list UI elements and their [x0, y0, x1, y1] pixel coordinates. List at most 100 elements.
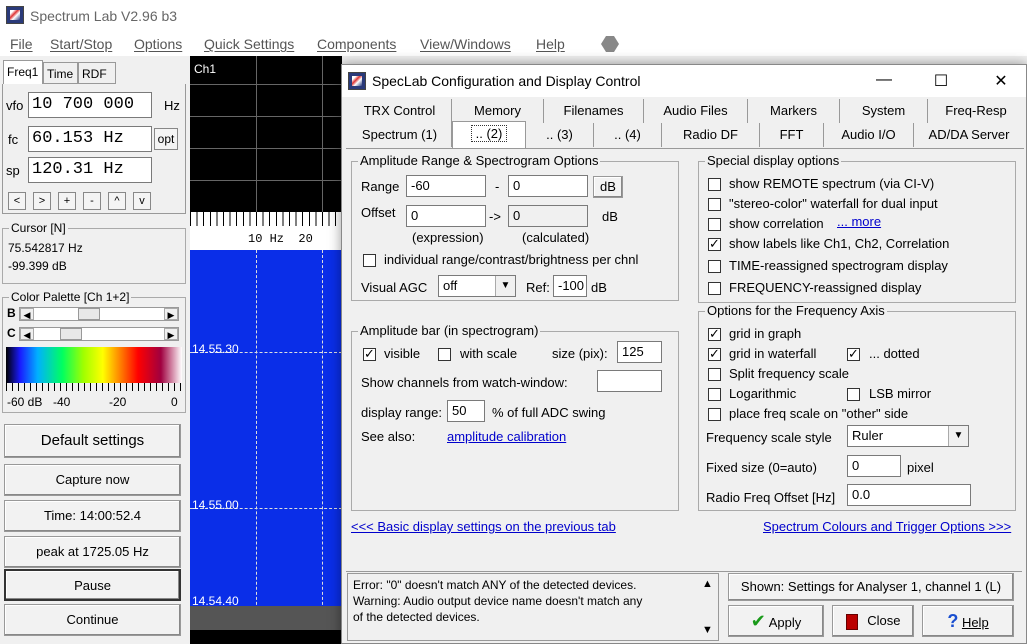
- pause-button[interactable]: Pause: [4, 569, 181, 601]
- contrast-slider[interactable]: ◀ ▶: [19, 327, 179, 341]
- maximize-icon[interactable]: ☐: [926, 71, 956, 91]
- individual-range-checkbox[interactable]: [363, 254, 376, 267]
- tab-system[interactable]: System: [840, 99, 928, 123]
- scroll-down-icon[interactable]: ▼: [702, 624, 713, 636]
- stereo-color-checkbox[interactable]: [708, 198, 721, 211]
- continue-button[interactable]: Continue: [4, 604, 181, 636]
- step-right-button[interactable]: >: [33, 192, 51, 210]
- vfo-field[interactable]: 10 700 000: [28, 92, 152, 118]
- offset-expression-input[interactable]: 0: [406, 205, 486, 227]
- tab-audio-files[interactable]: Audio Files: [644, 99, 748, 123]
- scale-style-dropdown-icon[interactable]: ▼: [948, 426, 968, 446]
- previous-tab-link[interactable]: <<< Basic display settings on the previo…: [351, 519, 616, 534]
- contrast-thumb[interactable]: [60, 328, 82, 340]
- scroll-up-icon[interactable]: ▲: [702, 578, 713, 590]
- step-left-button[interactable]: <: [8, 192, 26, 210]
- tab-spectrum-4[interactable]: .. (4): [594, 123, 662, 147]
- menu-file[interactable]: File: [10, 36, 33, 52]
- other-side-checkbox[interactable]: [708, 408, 721, 421]
- contrast-left-arrow-icon[interactable]: ◀: [20, 328, 34, 340]
- tab-memory[interactable]: Memory: [452, 99, 544, 123]
- step-plus-button[interactable]: +: [58, 192, 76, 210]
- peak-display-button[interactable]: peak at 1725.05 Hz: [4, 536, 181, 568]
- minimize-icon[interactable]: —: [869, 71, 899, 89]
- range-min-input[interactable]: -60: [406, 175, 486, 197]
- menu-start-stop[interactable]: Start/Stop: [50, 36, 112, 52]
- amplitude-calibration-link[interactable]: amplitude calibration: [447, 429, 566, 444]
- step-up-button[interactable]: ^: [108, 192, 126, 210]
- rf-offset-input[interactable]: 0.0: [847, 484, 971, 506]
- visible-checkbox[interactable]: [363, 346, 376, 362]
- fixed-size-input[interactable]: 0: [847, 455, 901, 477]
- range-max-input[interactable]: 0: [508, 175, 588, 197]
- status-message-box[interactable]: Error: "0" doesn't match ANY of the dete…: [347, 573, 719, 641]
- close-window-icon[interactable]: ✕: [986, 71, 1016, 91]
- menu-quick-settings[interactable]: Quick Settings: [204, 36, 294, 52]
- menu-help[interactable]: Help: [536, 36, 565, 52]
- tab-spectrum-2[interactable]: .. (2): [452, 121, 526, 149]
- tab-adda-server[interactable]: AD/DA Server: [914, 123, 1024, 147]
- contrast-right-arrow-icon[interactable]: ▶: [164, 328, 178, 340]
- step-down-button[interactable]: v: [133, 192, 151, 210]
- tab-radio-df[interactable]: Radio DF: [662, 123, 760, 147]
- dotted-checkbox[interactable]: [847, 346, 860, 362]
- logarithmic-checkbox[interactable]: [708, 388, 721, 401]
- step-minus-button[interactable]: -: [83, 192, 101, 210]
- grid-in-waterfall-checkbox[interactable]: [708, 346, 721, 362]
- opt-button[interactable]: opt: [154, 128, 178, 150]
- menu-view-windows[interactable]: View/Windows: [420, 36, 511, 52]
- tab-spectrum-3[interactable]: .. (3): [526, 123, 594, 147]
- tab-freq-resp[interactable]: Freq-Resp: [928, 99, 1024, 123]
- visual-agc-select[interactable]: off ▼: [438, 275, 516, 297]
- visual-agc-dropdown-icon[interactable]: ▼: [495, 276, 515, 296]
- waterfall[interactable]: 14.55.30 14.55.00 14.54.40: [190, 250, 342, 630]
- stop-indicator-icon[interactable]: [600, 35, 620, 53]
- default-settings-button[interactable]: Default settings: [4, 424, 181, 458]
- spectrum-graph[interactable]: Ch1: [190, 56, 342, 212]
- brightness-thumb[interactable]: [78, 308, 100, 320]
- time-display-button[interactable]: Time: 14:00:52.4: [4, 500, 181, 532]
- channel-label: Ch1: [194, 62, 217, 76]
- frequency-reassigned-checkbox[interactable]: [708, 282, 721, 295]
- tab-time[interactable]: Time: [43, 62, 78, 84]
- split-scale-checkbox[interactable]: [708, 368, 721, 381]
- sp-field[interactable]: 120.31 Hz: [28, 157, 152, 183]
- frequency-scale-ruler[interactable]: 10 Hz 20: [190, 212, 342, 250]
- show-labels-checkbox[interactable]: [708, 236, 721, 252]
- correlation-more-link[interactable]: ... more: [837, 214, 881, 229]
- fc-field[interactable]: 60.153 Hz: [28, 126, 152, 152]
- lsb-mirror-checkbox[interactable]: [847, 388, 860, 401]
- brightness-left-arrow-icon[interactable]: ◀: [20, 308, 34, 320]
- shown-settings-button[interactable]: Shown: Settings for Analyser 1, channel …: [728, 573, 1014, 601]
- brightness-right-arrow-icon[interactable]: ▶: [164, 308, 178, 320]
- menu-options[interactable]: Options: [134, 36, 182, 52]
- show-channels-input[interactable]: [597, 370, 662, 392]
- next-tab-link[interactable]: Spectrum Colours and Trigger Options >>>: [763, 519, 1011, 534]
- show-correlation-checkbox[interactable]: [708, 218, 721, 231]
- with-scale-checkbox[interactable]: [438, 348, 451, 361]
- grid-in-graph-checkbox[interactable]: [708, 326, 721, 342]
- tab-freq1[interactable]: Freq1: [3, 60, 43, 84]
- range-db-button[interactable]: dB: [593, 176, 623, 198]
- menu-components[interactable]: Components: [317, 36, 396, 52]
- brightness-slider[interactable]: ◀ ▶: [19, 307, 179, 321]
- scale-style-select[interactable]: Ruler ▼: [847, 425, 969, 447]
- close-button[interactable]: Close: [832, 605, 914, 637]
- size-pix-input[interactable]: 125: [617, 341, 662, 363]
- ref-input[interactable]: -100: [553, 275, 587, 297]
- tab-filenames[interactable]: Filenames: [544, 99, 644, 123]
- tab-rdf[interactable]: RDF: [78, 62, 116, 84]
- tab-audio-io[interactable]: Audio I/O: [824, 123, 914, 147]
- range-label: Range: [361, 179, 400, 194]
- tab-spectrum-1[interactable]: Spectrum (1): [348, 123, 452, 147]
- help-button[interactable]: ? Help: [922, 605, 1014, 637]
- remote-spectrum-checkbox[interactable]: [708, 178, 721, 191]
- time-reassigned-checkbox[interactable]: [708, 260, 721, 273]
- tab-markers[interactable]: Markers: [748, 99, 840, 123]
- apply-button[interactable]: ✔ Apply: [728, 605, 824, 637]
- spectrum-display[interactable]: Ch1 10 Hz 20 14.55.30 14.55.00 14.54.40: [190, 56, 342, 644]
- tab-trx-control[interactable]: TRX Control: [348, 99, 452, 123]
- display-range-input[interactable]: 50: [447, 400, 485, 422]
- tab-fft[interactable]: FFT: [760, 123, 824, 147]
- capture-now-button[interactable]: Capture now: [4, 464, 181, 496]
